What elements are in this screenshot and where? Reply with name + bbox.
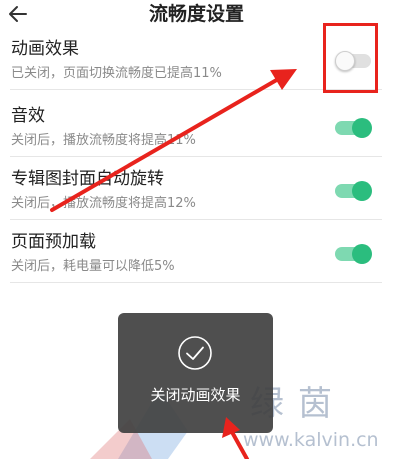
setting-title: 动画效果 (11, 39, 79, 59)
setting-description: 关闭后，播放流畅度将提高12% (11, 196, 196, 211)
setting-description: 关闭后，播放流畅度将提高11% (11, 133, 196, 148)
setting-title: 音效 (11, 106, 45, 126)
settings-screen: 流畅度设置 动画效果 已关闭，页面切换流畅度已提高11% 音效 关闭后，播放流畅… (0, 0, 393, 459)
toast: 关闭动画效果 (118, 313, 273, 433)
album-rotate-toggle[interactable] (335, 181, 372, 201)
setting-row-sound[interactable]: 音效 关闭后，播放流畅度将提高11% (0, 101, 393, 157)
check-circle-icon (178, 336, 212, 370)
setting-row-album-rotate[interactable]: 专辑图封面自动旋转 关闭后，播放流畅度将提高12% (0, 164, 393, 220)
divider (10, 156, 382, 157)
toast-message: 关闭动画效果 (150, 386, 241, 404)
setting-description: 关闭后，耗电量可以降低5% (11, 259, 175, 274)
annotation-highlight-box (323, 23, 378, 93)
sound-toggle[interactable] (335, 118, 372, 138)
divider (10, 282, 382, 283)
setting-row-preload[interactable]: 页面预加载 关闭后，耗电量可以降低5% (0, 227, 393, 283)
setting-title: 专辑图封面自动旋转 (11, 169, 164, 189)
divider (10, 219, 382, 220)
setting-title: 页面预加载 (11, 232, 96, 252)
toggle-knob (352, 181, 372, 201)
setting-description: 已关闭，页面切换流畅度已提高11% (11, 66, 222, 81)
preload-toggle[interactable] (335, 244, 372, 264)
toggle-knob (352, 244, 372, 264)
toggle-knob (352, 118, 372, 138)
